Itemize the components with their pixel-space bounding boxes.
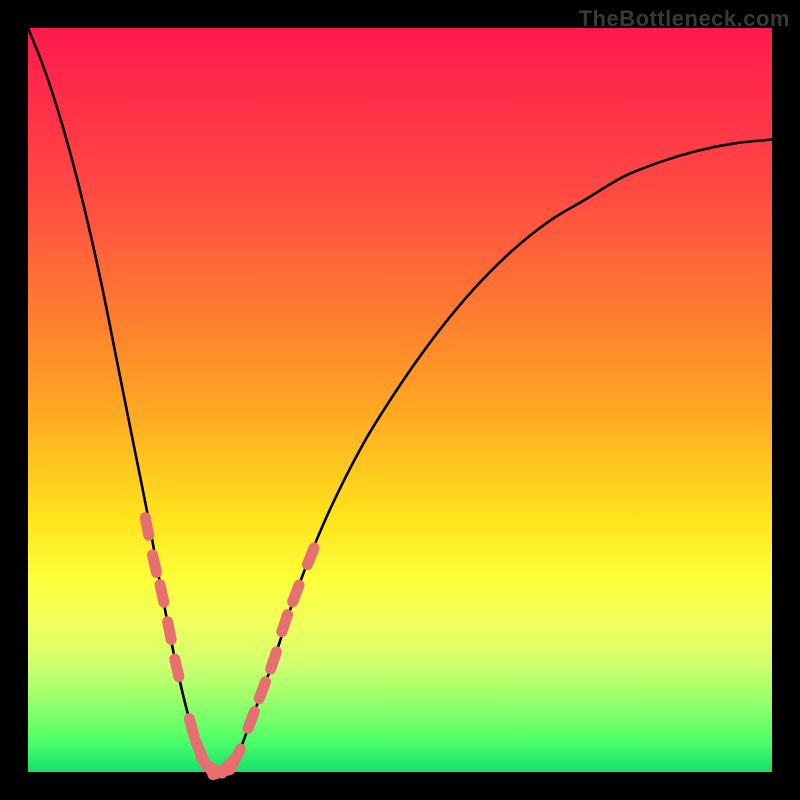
marker-group bbox=[145, 518, 314, 775]
marker-capsule bbox=[145, 518, 149, 536]
chart-svg bbox=[28, 28, 772, 772]
marker-capsule bbox=[168, 622, 172, 640]
marker-capsule bbox=[153, 555, 157, 573]
marker-capsule bbox=[175, 659, 179, 677]
marker-capsule bbox=[282, 615, 288, 632]
outer-frame: TheBottleneck.com bbox=[0, 0, 800, 800]
plot-area bbox=[28, 28, 772, 772]
marker-capsule bbox=[293, 585, 300, 602]
marker-capsule bbox=[232, 749, 240, 765]
bottleneck-curve bbox=[28, 28, 772, 772]
marker-capsule bbox=[271, 652, 277, 669]
marker-capsule bbox=[248, 712, 255, 729]
marker-capsule bbox=[160, 585, 164, 603]
marker-capsule bbox=[307, 548, 314, 565]
marker-capsule bbox=[189, 719, 194, 736]
marker-capsule bbox=[259, 682, 265, 699]
